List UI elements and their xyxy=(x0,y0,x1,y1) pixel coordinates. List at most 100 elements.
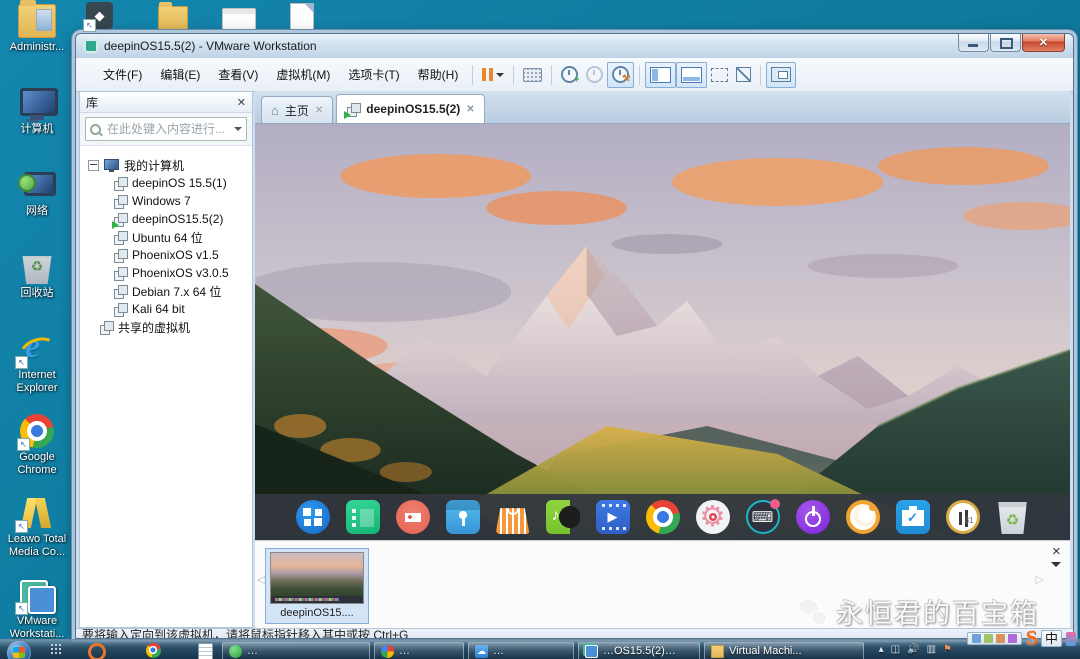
dock-deepin-movie-icon[interactable] xyxy=(396,500,430,534)
thumbnail-bar-menu-icon[interactable] xyxy=(1051,562,1061,572)
maximize-button[interactable] xyxy=(990,34,1021,52)
quicklaunch-notepad-icon[interactable] xyxy=(198,643,213,659)
desktop-top-window-icon[interactable] xyxy=(222,8,256,32)
tree-item-vm[interactable]: Kali 64 bit xyxy=(80,300,252,318)
ime-tool-icon[interactable] xyxy=(984,634,993,643)
dock-app-store-icon[interactable] xyxy=(496,500,530,534)
sogou-input-icon[interactable]: S xyxy=(1025,626,1038,650)
desktop-icon-network[interactable]: 网络 xyxy=(0,168,74,248)
dock-assistant-icon[interactable] xyxy=(846,500,880,534)
menu-help[interactable]: 帮助(H) xyxy=(409,61,468,88)
computer-icon xyxy=(104,159,119,171)
tree-item-vm[interactable]: PhoenixOS v1.5 xyxy=(80,246,252,264)
dock-video-player-icon[interactable] xyxy=(596,500,630,534)
app-icon xyxy=(475,645,488,658)
menu-file[interactable]: 文件(F) xyxy=(94,61,151,88)
taskbar-button-1[interactable]: … xyxy=(222,642,370,659)
close-button[interactable] xyxy=(1022,34,1065,52)
ime-toolbar[interactable] xyxy=(967,632,1022,645)
quicklaunch-grid-icon[interactable] xyxy=(50,643,62,655)
take-snapshot-button[interactable]: + xyxy=(557,63,582,87)
desktop-icon-recycle-bin[interactable]: 回收站 xyxy=(0,250,74,330)
taskbar-button-3[interactable]: … xyxy=(468,642,574,659)
tab-close-icon[interactable] xyxy=(466,104,474,115)
dock-music-icon[interactable] xyxy=(546,500,580,534)
tray-hidden-icons-icon[interactable]: ▴ xyxy=(879,644,884,656)
dock-launcher-icon[interactable] xyxy=(296,500,330,534)
thumbnail-bar-close-icon[interactable] xyxy=(1052,545,1061,558)
fullscreen-button[interactable] xyxy=(707,63,732,87)
desktop-top-app-icon[interactable] xyxy=(86,2,113,29)
tray-security-icon[interactable]: ⚑ xyxy=(943,644,952,656)
snapshot-manager-button[interactable]: ⚒ xyxy=(607,62,634,88)
taskbar-button-2[interactable]: … xyxy=(374,642,464,659)
ime-tool-icon[interactable] xyxy=(996,634,1005,643)
dock-deepin-store-icon[interactable] xyxy=(446,500,480,534)
quicklaunch-360-icon[interactable] xyxy=(88,643,106,659)
library-close-icon[interactable] xyxy=(237,96,246,109)
start-button[interactable] xyxy=(7,641,31,659)
tree-item-vm[interactable]: PhoenixOS v3.0.5 xyxy=(80,264,252,282)
desktop-icon-label: 计算机 xyxy=(21,123,54,136)
dock-onboard-keyboard-icon[interactable] xyxy=(746,500,780,534)
menu-tabs[interactable]: 选项卡(T) xyxy=(339,61,408,88)
dock-trash-icon[interactable] xyxy=(996,500,1030,534)
tree-item-vm[interactable]: Ubuntu 64 位 xyxy=(80,228,252,246)
tab-home[interactable]: 主页 xyxy=(261,96,333,123)
tab-close-icon[interactable] xyxy=(315,105,323,116)
tab-vm-deepinos[interactable]: deepinOS15.5(2) xyxy=(336,94,484,123)
unity-mode-button[interactable] xyxy=(732,63,755,87)
send-ctrl-alt-del-button[interactable] xyxy=(519,63,546,87)
show-library-button[interactable] xyxy=(645,62,676,88)
show-thumbnail-bar-button[interactable] xyxy=(676,62,707,88)
tree-item-shared-vms[interactable]: 共享的虚拟机 xyxy=(80,318,252,336)
search-input[interactable] xyxy=(105,121,230,137)
menu-vm[interactable]: 虚拟机(M) xyxy=(267,61,339,88)
vm-console-screen[interactable]: 31 xyxy=(255,124,1070,540)
tab-label: deepinOS15.5(2) xyxy=(366,102,460,116)
vm-icon xyxy=(114,303,127,316)
ime-tool-icon[interactable] xyxy=(1008,634,1017,643)
ime-tool-icon[interactable] xyxy=(972,634,981,643)
suspend-vm-button[interactable] xyxy=(478,63,508,87)
dock-file-manager-icon[interactable] xyxy=(346,500,380,534)
quicklaunch-chrome-icon[interactable] xyxy=(146,643,161,658)
thumbnail-scroll-right-icon[interactable] xyxy=(1036,573,1044,586)
search-dropdown-icon[interactable] xyxy=(234,127,242,135)
desktop-icon-internet-explorer[interactable]: Internet Explorer xyxy=(0,332,74,412)
tab-strip: 主页 deepinOS15.5(2) xyxy=(255,91,1070,124)
desktop-icon-computer[interactable]: 计算机 xyxy=(0,86,74,166)
menu-view[interactable]: 查看(V) xyxy=(209,61,267,88)
desktop-icon-leawo[interactable]: Leawo Total Media Co... xyxy=(0,496,74,576)
title-bar[interactable]: deepinOS15.5(2) - VMware Workstation xyxy=(76,34,1073,58)
dock-chrome-icon[interactable] xyxy=(646,500,680,534)
tray-display-icon[interactable]: ◫ xyxy=(891,644,900,656)
tray-volume-icon[interactable]: 🔊 xyxy=(907,644,919,656)
minimize-button[interactable] xyxy=(958,34,989,52)
tree-item-vm[interactable]: Windows 7 xyxy=(80,192,252,210)
vm-thumbnail[interactable]: deepinOS15.... xyxy=(265,548,369,624)
taskbar-button-folder[interactable]: Virtual Machi... xyxy=(704,642,864,659)
vm-icon xyxy=(114,285,127,298)
dock-screenshot-icon[interactable] xyxy=(896,500,930,534)
console-view-button[interactable] xyxy=(766,62,796,88)
desktop-icon-google-chrome[interactable]: Google Chrome xyxy=(0,414,74,494)
tree-item-my-computer[interactable]: 我的计算机 xyxy=(80,156,252,174)
ime-chinese-indicator[interactable]: 中 xyxy=(1041,630,1062,647)
desktop-top-document-icon[interactable] xyxy=(290,3,314,32)
menu-edit[interactable]: 编辑(E) xyxy=(151,61,209,88)
tree-item-vm-running[interactable]: deepinOS15.5(2) xyxy=(80,210,252,228)
collapse-toggle-icon[interactable] xyxy=(88,160,99,171)
dock-shutdown-icon[interactable] xyxy=(796,500,830,534)
revert-snapshot-button[interactable] xyxy=(582,63,607,87)
windows-desktop: Administr... 计算机 网络 回收站 Internet Explore… xyxy=(0,0,1080,659)
tray-network-icon[interactable]: ▥ xyxy=(927,644,936,656)
language-bar: S 中 xyxy=(967,627,1076,650)
dock-control-center-icon[interactable] xyxy=(696,500,730,534)
taskbar-button-vmware[interactable]: …OS15.5(2)… xyxy=(578,642,700,659)
tree-item-vm[interactable]: Debian 7.x 64 位 xyxy=(80,282,252,300)
tree-item-vm[interactable]: deepinOS 15.5(1) xyxy=(80,174,252,192)
desktop-top-folder-icon[interactable] xyxy=(158,6,188,30)
dock-calendar-icon[interactable]: 31 xyxy=(946,500,980,534)
desktop-icon-administrator[interactable]: Administr... xyxy=(0,4,74,84)
